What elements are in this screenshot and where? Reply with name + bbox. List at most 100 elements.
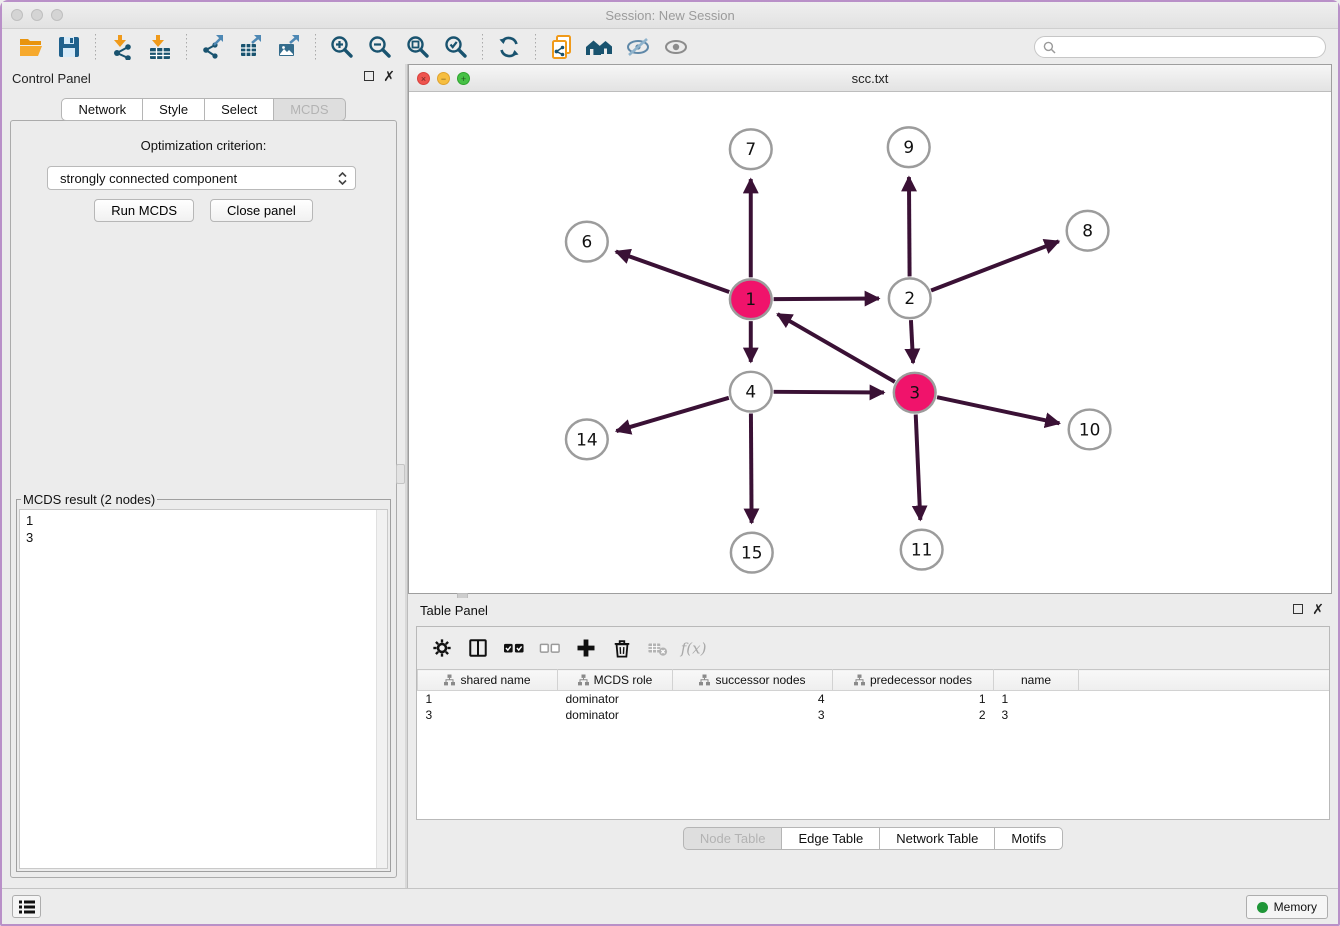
close-panel-icon[interactable]: ✗ <box>383 71 395 81</box>
plus-icon[interactable] <box>571 635 601 661</box>
document-share-icon[interactable] <box>547 33 577 61</box>
graph-node-label-4: 4 <box>745 382 756 402</box>
hierarchy-icon <box>699 674 710 686</box>
float-panel-icon[interactable] <box>364 71 374 81</box>
optimization-criterion-label: Optimization criterion: <box>11 138 396 153</box>
network-canvas[interactable]: 7968124314101511 <box>409 93 1331 593</box>
zoom-out-icon[interactable] <box>365 33 395 61</box>
save-session-icon[interactable] <box>54 33 84 61</box>
column-header-predecessor-nodes[interactable]: predecessor nodes <box>833 670 994 691</box>
toolbar-separator <box>186 34 187 60</box>
main-toolbar <box>2 30 1338 64</box>
table-cell-filler <box>1079 707 1330 723</box>
tab-network-table[interactable]: Network Table <box>880 827 995 850</box>
graph-edge-3-10[interactable] <box>937 397 1059 423</box>
node-table-body: 1dominator4113dominator323 <box>418 691 1330 723</box>
table-cell: dominator <box>558 691 673 707</box>
trash-icon[interactable] <box>607 635 637 661</box>
search-input[interactable] <box>1061 40 1317 54</box>
task-history-button[interactable] <box>12 895 41 918</box>
table-cell: 3 <box>994 707 1079 723</box>
import-network-icon[interactable] <box>107 33 137 61</box>
eye-icon[interactable] <box>661 33 691 61</box>
eye-slash-icon[interactable] <box>623 33 653 61</box>
column-header-successor-nodes[interactable]: successor nodes <box>673 670 833 691</box>
tab-style[interactable]: Style <box>143 98 205 121</box>
graph-edge-2-8[interactable] <box>931 241 1059 290</box>
graph-edge-1-2[interactable] <box>774 298 879 299</box>
hierarchy-icon <box>578 674 589 686</box>
columns-icon[interactable] <box>463 635 493 661</box>
network-window-titlebar[interactable]: × − + scc.txt <box>409 65 1331 92</box>
tab-motifs[interactable]: Motifs <box>995 827 1063 850</box>
memory-status-icon <box>1257 902 1268 913</box>
result-scrollbar[interactable] <box>376 510 387 868</box>
column-header-shared-name[interactable]: shared name <box>418 670 558 691</box>
close-table-panel-icon[interactable]: ✗ <box>1312 604 1324 614</box>
float-table-panel-icon[interactable] <box>1293 604 1303 614</box>
dropdown-value: strongly connected component <box>60 171 338 186</box>
window-titlebar[interactable]: Session: New Session <box>2 2 1338 29</box>
search-field[interactable] <box>1034 36 1326 58</box>
graph-edge-4-3[interactable] <box>774 392 884 393</box>
graph-node-label-2: 2 <box>904 288 915 308</box>
tab-node-table[interactable]: Node Table <box>683 827 783 850</box>
zoom-in-icon[interactable] <box>327 33 357 61</box>
control-panel-header: Control Panel ✗ <box>2 64 405 92</box>
graph-edge-4-15[interactable] <box>751 414 752 523</box>
tab-select[interactable]: Select <box>205 98 274 121</box>
table-row[interactable]: 1dominator411 <box>418 691 1330 707</box>
tab-network[interactable]: Network <box>61 98 143 121</box>
memory-button[interactable]: Memory <box>1246 895 1328 919</box>
network-graph[interactable]: 7968124314101511 <box>409 93 1331 593</box>
zoom-fit-icon[interactable] <box>403 33 433 61</box>
graph-edge-1-6[interactable] <box>616 252 729 292</box>
import-table-icon[interactable] <box>145 33 175 61</box>
table-cell: 1 <box>418 691 558 707</box>
svg-text:f(x): f(x) <box>680 639 707 657</box>
checked-boxes-icon[interactable] <box>499 635 529 661</box>
tab-edge-table[interactable]: Edge Table <box>782 827 880 850</box>
mcds-result-text[interactable]: 1 3 <box>20 510 375 868</box>
graph-node-label-14: 14 <box>576 429 597 449</box>
graph-edge-2-3[interactable] <box>911 320 913 363</box>
table-panel: Table Panel ✗ <box>408 598 1338 888</box>
function-icon[interactable]: f(x) <box>679 635 709 661</box>
mcds-panel: Optimization criterion: strongly connect… <box>10 120 397 878</box>
unchecked-boxes-icon[interactable] <box>535 635 565 661</box>
toolbar-separator <box>95 34 96 60</box>
table-panel-tabs: Node Table Edge Table Network Table Moti… <box>408 827 1338 850</box>
gear-icon[interactable] <box>427 635 457 661</box>
status-bar: Memory <box>2 888 1338 924</box>
run-mcds-button[interactable]: Run MCDS <box>94 199 194 222</box>
export-image-icon[interactable] <box>274 33 304 61</box>
graph-edge-2-9[interactable] <box>909 177 910 276</box>
column-header-name[interactable]: name <box>994 670 1079 691</box>
column-header-filler <box>1079 670 1330 691</box>
mcds-result-box: MCDS result (2 nodes) 1 3 <box>16 492 391 872</box>
window-title: Session: New Session <box>2 8 1338 23</box>
table-cell: 2 <box>833 707 994 723</box>
open-session-icon[interactable] <box>16 33 46 61</box>
table-panel-title: Table Panel <box>420 603 488 618</box>
toolbar-separator <box>315 34 316 60</box>
tab-mcds[interactable]: MCDS <box>274 98 345 121</box>
refresh-icon[interactable] <box>494 33 524 61</box>
control-panel-tabs: Network Style Select MCDS <box>2 98 405 121</box>
table-row[interactable]: 3dominator323 <box>418 707 1330 723</box>
houses-icon[interactable] <box>585 33 615 61</box>
splitter-grip[interactable] <box>396 464 405 484</box>
graph-edge-3-11[interactable] <box>916 415 921 520</box>
zoom-selected-icon[interactable] <box>441 33 471 61</box>
delete-table-icon[interactable] <box>643 635 673 661</box>
hierarchy-icon <box>444 674 455 686</box>
table-toolbar: f(x) <box>417 627 1329 669</box>
control-panel: Control Panel ✗ Network Style Select MCD… <box>2 64 405 888</box>
close-panel-button[interactable]: Close panel <box>210 199 313 222</box>
export-network-icon[interactable] <box>198 33 228 61</box>
graph-edge-4-14[interactable] <box>616 398 728 431</box>
column-header-mcds-role[interactable]: MCDS role <box>558 670 673 691</box>
graph-edge-3-1[interactable] <box>778 314 895 382</box>
export-table-icon[interactable] <box>236 33 266 61</box>
optimization-criterion-select[interactable]: strongly connected component <box>47 166 356 190</box>
